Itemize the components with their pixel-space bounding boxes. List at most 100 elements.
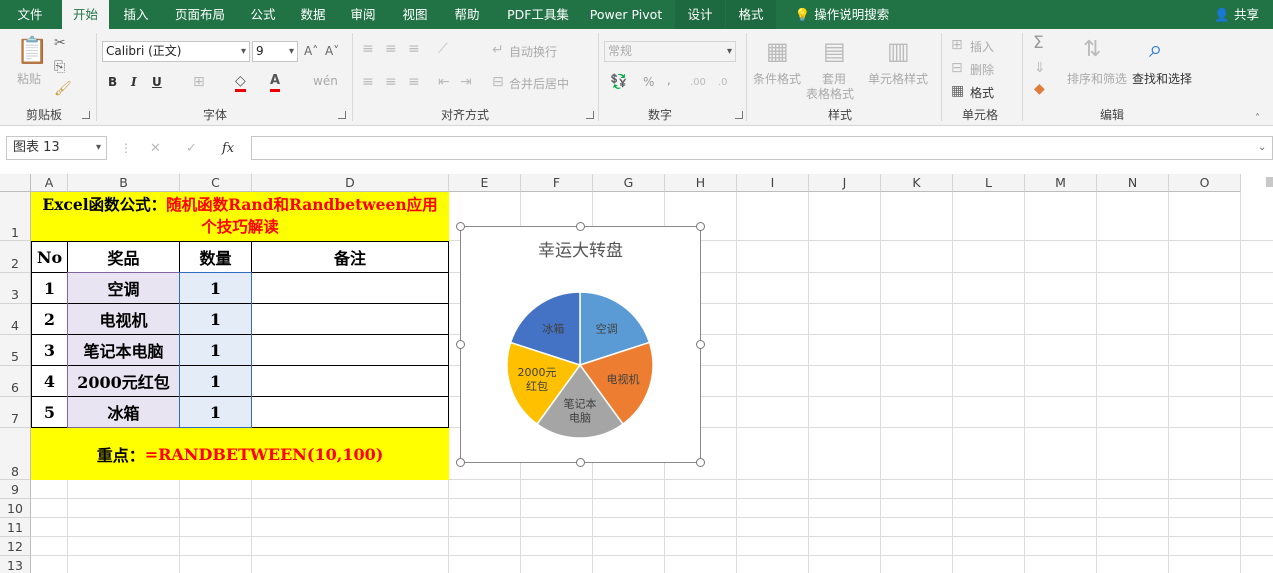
merge-center-icon[interactable]: ⊟: [492, 74, 504, 90]
tab-insert[interactable]: 插入: [114, 0, 158, 29]
enter-formula-button[interactable]: ✓: [186, 141, 197, 156]
align-center-icon[interactable]: ≡: [385, 74, 397, 90]
font-name-combo[interactable]: Calibri (正文) ▾: [102, 41, 250, 62]
table-cell-no[interactable]: 1: [31, 272, 68, 304]
tab-design[interactable]: 设计: [675, 0, 725, 29]
table-cell-notes[interactable]: [251, 303, 449, 335]
row-header[interactable]: 12: [0, 537, 31, 556]
row-header[interactable]: 10: [0, 499, 31, 518]
tab-help[interactable]: 帮助: [446, 0, 488, 29]
table-cell-notes[interactable]: [251, 365, 449, 397]
table-cell-quantity[interactable]: 1: [179, 272, 252, 304]
column-header[interactable]: L: [953, 174, 1025, 192]
cell-styles-icon[interactable]: ▥: [887, 37, 910, 65]
grow-font-icon[interactable]: A˄: [304, 43, 318, 59]
row-header[interactable]: 9: [0, 480, 31, 499]
merge-center-button[interactable]: 合并后居中: [509, 75, 569, 92]
tab-view[interactable]: 视图: [394, 0, 436, 29]
paste-button[interactable]: 粘贴: [17, 70, 41, 87]
column-header[interactable]: E: [449, 174, 521, 192]
row-header[interactable]: 5: [0, 335, 31, 366]
table-cell-quantity[interactable]: 1: [179, 365, 252, 397]
row-header[interactable]: 2: [0, 241, 31, 273]
resize-handle[interactable]: [576, 458, 585, 467]
underline-button[interactable]: U: [152, 75, 162, 89]
insert-cells-icon[interactable]: ⊞: [951, 37, 963, 53]
select-all-corner[interactable]: [0, 174, 31, 192]
resize-handle[interactable]: [456, 222, 465, 231]
header-quantity[interactable]: 数量: [179, 241, 252, 273]
conditional-format-icon[interactable]: ▦: [766, 37, 789, 65]
header-prize[interactable]: 奖品: [67, 241, 180, 273]
fill-icon[interactable]: ⇓: [1034, 60, 1046, 76]
align-bottom-icon[interactable]: ≡: [408, 41, 420, 57]
resize-handle[interactable]: [456, 458, 465, 467]
cancel-formula-button[interactable]: ✕: [150, 141, 161, 156]
copy-icon[interactable]: ⎘: [54, 59, 65, 75]
column-header[interactable]: N: [1097, 174, 1169, 192]
key-formula-cell[interactable]: 重点： =RANDBETWEEN(10,100): [31, 428, 449, 480]
resize-handle[interactable]: [696, 458, 705, 467]
font-launcher[interactable]: [338, 111, 346, 119]
format-painter-icon[interactable]: 🖌: [54, 81, 72, 97]
table-cell-no[interactable]: 2: [31, 303, 68, 335]
wrap-text-icon[interactable]: ↵: [492, 42, 504, 58]
sheet-title-cell[interactable]: Excel函数公式：随机函数Rand和Randbetween应用个技巧解读: [31, 192, 449, 241]
resize-handle[interactable]: [696, 340, 705, 349]
table-cell-no[interactable]: 4: [31, 365, 68, 397]
autosum-button[interactable]: Σ: [1033, 33, 1044, 53]
tab-formulas[interactable]: 公式: [243, 0, 283, 29]
find-select-button[interactable]: 查找和选择: [1132, 70, 1192, 87]
cell-styles-button[interactable]: 单元格样式: [868, 70, 928, 87]
table-cell-notes[interactable]: [251, 272, 449, 304]
insert-cells-button[interactable]: 插入: [970, 38, 994, 55]
name-box[interactable]: 图表 13 ▾: [6, 136, 107, 160]
column-header[interactable]: F: [521, 174, 593, 192]
resize-handle[interactable]: [456, 340, 465, 349]
cut-icon[interactable]: ✂: [54, 35, 66, 51]
share-button[interactable]: 👤 共享: [1214, 0, 1259, 29]
table-cell-no[interactable]: 3: [31, 334, 68, 366]
borders-icon[interactable]: ⊞: [193, 74, 205, 90]
row-header[interactable]: 4: [0, 304, 31, 335]
column-header[interactable]: B: [68, 174, 180, 192]
format-cells-button[interactable]: 格式: [970, 84, 994, 101]
resize-handle[interactable]: [576, 222, 585, 231]
bold-button[interactable]: B: [108, 75, 117, 89]
tab-format[interactable]: 格式: [726, 0, 776, 29]
phonetic-icon[interactable]: wén: [313, 73, 338, 89]
table-cell-prize[interactable]: 空调: [67, 272, 180, 304]
fill-color-icon[interactable]: ◇: [235, 73, 246, 92]
table-cell-quantity[interactable]: 1: [179, 303, 252, 335]
header-no[interactable]: No: [31, 241, 68, 273]
increase-decimal-icon[interactable]: .00: [690, 75, 706, 91]
table-cell-prize[interactable]: 电视机: [67, 303, 180, 335]
comma-button[interactable]: ,: [667, 73, 671, 87]
row-header[interactable]: 3: [0, 273, 31, 304]
column-header[interactable]: M: [1025, 174, 1097, 192]
sort-filter-icon[interactable]: ⇅: [1083, 37, 1101, 63]
paste-icon[interactable]: 📋: [16, 37, 48, 65]
row-header[interactable]: 8: [0, 428, 31, 480]
expand-formula-icon[interactable]: ⌄: [1258, 140, 1266, 156]
table-cell-quantity[interactable]: 1: [179, 334, 252, 366]
align-left-icon[interactable]: ≡: [362, 74, 374, 90]
table-cell-notes[interactable]: [251, 396, 449, 428]
row-header[interactable]: 7: [0, 397, 31, 428]
wrap-text-button[interactable]: 自动换行: [509, 43, 557, 60]
decrease-indent-icon[interactable]: ⇤: [438, 74, 450, 90]
delete-cells-icon[interactable]: ⊟: [951, 60, 963, 76]
tab-data[interactable]: 数据: [293, 0, 333, 29]
row-header[interactable]: 13: [0, 556, 31, 573]
tab-pdf-tools[interactable]: PDF工具集: [498, 0, 578, 29]
collapse-ribbon-icon[interactable]: ˄: [1255, 111, 1260, 127]
number-format-combo[interactable]: 常规 ▾: [604, 41, 736, 62]
percent-button[interactable]: %: [643, 75, 654, 89]
row-header[interactable]: 1: [0, 192, 31, 241]
table-cell-prize[interactable]: 冰箱: [67, 396, 180, 428]
shrink-font-icon[interactable]: A˅: [325, 43, 339, 59]
column-header[interactable]: D: [252, 174, 449, 192]
column-header[interactable]: A: [31, 174, 68, 192]
tab-file[interactable]: 文件: [8, 0, 52, 29]
alignment-launcher[interactable]: [586, 111, 594, 119]
